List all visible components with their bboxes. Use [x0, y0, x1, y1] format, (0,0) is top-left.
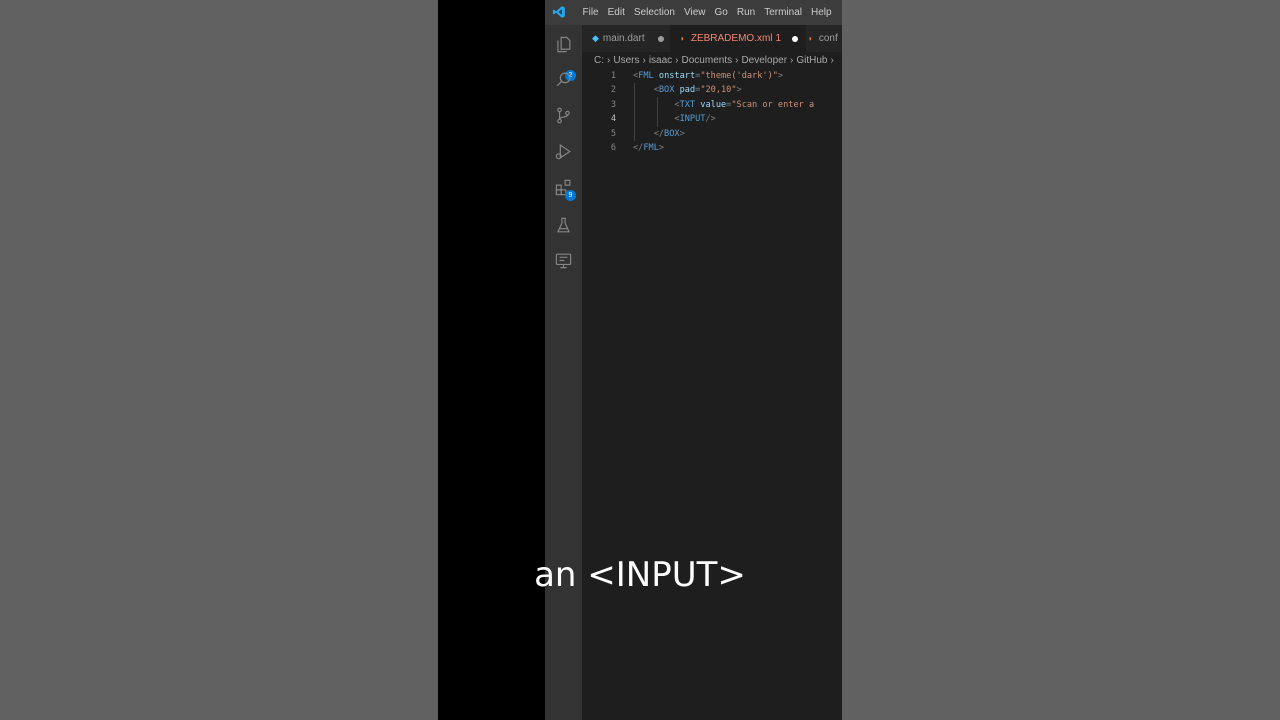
code-token: </	[633, 128, 665, 139]
code-text: <FML onstart="theme('dark')">	[633, 69, 783, 83]
code-token: <	[633, 85, 659, 96]
line-number: 3	[610, 99, 616, 110]
code-line[interactable]: 6 </FML>	[582, 141, 842, 155]
menu-item-go[interactable]: Go	[710, 7, 732, 18]
breadcrumb-item[interactable]: Developer	[741, 55, 787, 66]
code-token: FML	[643, 143, 659, 153]
rss-icon: ◗	[808, 34, 813, 43]
tab-main-dart[interactable]: ◆ main.dart	[582, 25, 680, 52]
code-line[interactable]: 2 <BOX pad="20,10">	[582, 83, 842, 97]
breadcrumb-item[interactable]: C:	[594, 55, 604, 66]
menu-item-file[interactable]: File	[578, 7, 603, 18]
line-number: 4	[610, 114, 616, 125]
video-caption: an <INPUT>	[534, 555, 746, 595]
code-token: FML	[638, 71, 654, 81]
title-bar: File Edit Selection View Go Run Terminal Help	[545, 0, 842, 25]
activity-bar: 2 9	[545, 25, 582, 720]
menu-item-run[interactable]: Run	[732, 7, 759, 18]
code-line[interactable]: 5 </BOX>	[582, 127, 842, 141]
code-token: "theme('dark')"	[700, 71, 778, 81]
breadcrumb-item[interactable]: isaac	[649, 55, 672, 66]
line-number: 2	[610, 85, 616, 96]
blurred-background-right	[842, 0, 1280, 720]
menu-item-selection[interactable]: Selection	[629, 7, 679, 18]
code-token: >	[777, 71, 784, 81]
remote-explorer-icon[interactable]	[554, 251, 573, 270]
tab-label: conf	[818, 33, 838, 44]
code-token: >	[679, 128, 685, 139]
chevron-right-icon: ›	[642, 55, 646, 66]
blurred-background-left	[0, 0, 438, 720]
line-number: 5	[610, 128, 616, 139]
run-debug-icon[interactable]	[554, 142, 573, 161]
code-text: <TXT value="Scan or enter a	[633, 98, 814, 112]
breadcrumb-item[interactable]: Users	[613, 55, 639, 66]
vscode-window: File Edit Selection View Go Run Terminal Help 2…	[545, 0, 842, 720]
code-line[interactable]: 4 <INPUT/>	[582, 112, 842, 126]
editor-tabs: ◆ main.dart ◗ ZEBRADEMO.xml 1 ◗ conf	[582, 25, 842, 52]
chevron-right-icon: ›	[735, 55, 739, 66]
tab-zebrademo-xml[interactable]: ◗ ZEBRADEMO.xml 1	[670, 25, 806, 52]
tab-problems-count: 1	[775, 33, 782, 44]
source-control-icon[interactable]	[554, 106, 573, 125]
code-token: TXT	[679, 99, 696, 110]
unsaved-dot-icon[interactable]	[657, 35, 664, 42]
code-line[interactable]: 3 <TXT value="Scan or enter a	[582, 98, 842, 112]
code-token: INPUT	[679, 114, 706, 125]
menu-item-edit[interactable]: Edit	[603, 7, 629, 18]
tab-conf[interactable]: ◗ conf	[796, 25, 842, 52]
chevron-right-icon: ›	[830, 55, 834, 66]
code-text: <INPUT/>	[633, 112, 716, 126]
line-number: 1	[610, 71, 616, 81]
breadcrumb-item[interactable]: Documents	[682, 55, 733, 66]
dart-icon: ◆	[592, 33, 599, 43]
code-token: <	[633, 99, 680, 110]
breadcrumb-item[interactable]: GitHub	[796, 55, 827, 66]
tab-label: main.dart	[602, 33, 645, 44]
menu-item-help[interactable]: Help	[807, 7, 837, 18]
chevron-right-icon: ›	[607, 55, 611, 66]
code-token: >	[736, 85, 742, 96]
code-token: "Scan or enter a	[731, 99, 815, 110]
testing-icon[interactable]	[554, 216, 573, 235]
line-number: 6	[610, 143, 616, 153]
code-token: <	[633, 114, 680, 125]
code-editor[interactable]: 1 <FML onstart="theme('dark')"> 2 <BOX pad…	[582, 69, 842, 720]
extensions-badge: 9	[565, 190, 576, 201]
chevron-right-icon: ›	[675, 55, 679, 66]
search-icon[interactable]	[554, 70, 573, 89]
vscode-logo-icon	[552, 6, 565, 18]
rss-icon: ◗	[680, 34, 685, 43]
code-token: />	[705, 114, 716, 125]
menu-bar: File Edit Selection View Go Run Terminal Help	[578, 0, 836, 25]
code-token: >	[658, 143, 665, 153]
code-token: onstart	[658, 71, 696, 81]
code-token: value	[700, 99, 727, 110]
code-token: </	[633, 143, 644, 153]
menu-item-view[interactable]: View	[680, 7, 711, 18]
files-icon[interactable]	[554, 35, 573, 54]
code-text: </BOX>	[633, 127, 685, 141]
chevron-right-icon: ›	[790, 55, 794, 66]
code-line[interactable]: 1 <FML onstart="theme('dark')">	[582, 69, 842, 83]
code-token: BOX	[664, 128, 680, 139]
code-text: </FML>	[633, 141, 664, 155]
code-token: "20,10"	[700, 85, 737, 96]
code-text: <BOX pad="20,10">	[633, 83, 742, 97]
breadcrumb: C: › Users › isaac › Documents › Developer › GitHu…	[582, 52, 842, 69]
menu-item-terminal[interactable]: Terminal	[760, 7, 807, 18]
tab-label: ZEBRADEMO.xml	[690, 33, 773, 44]
code-token: BOX	[658, 85, 675, 96]
code-token: pad	[679, 85, 696, 96]
